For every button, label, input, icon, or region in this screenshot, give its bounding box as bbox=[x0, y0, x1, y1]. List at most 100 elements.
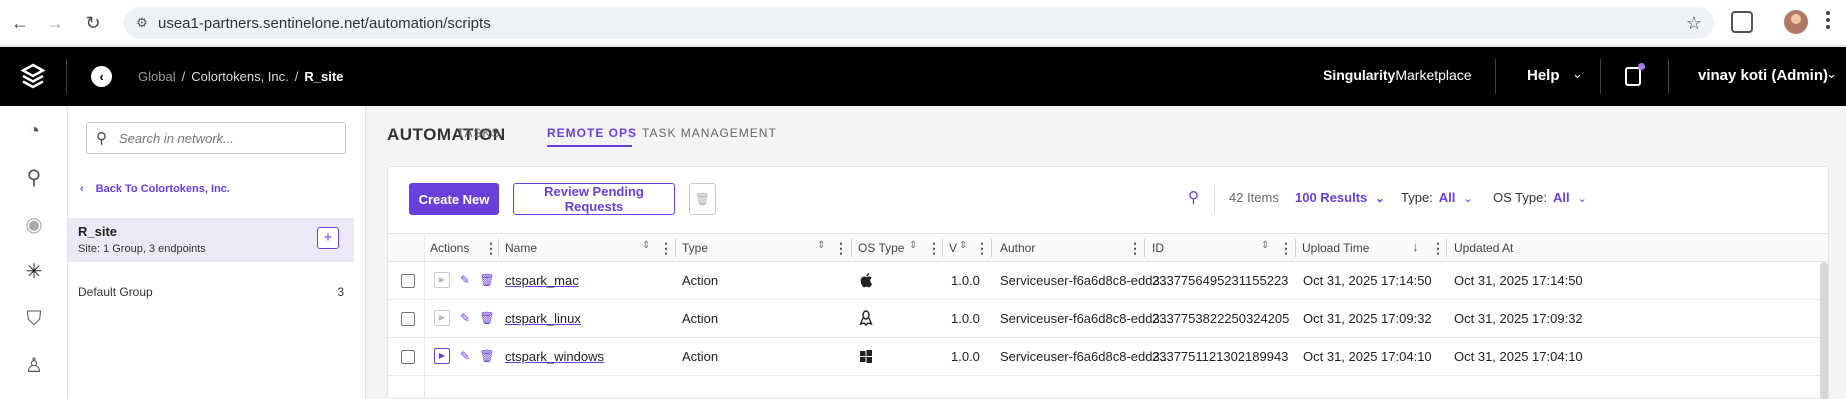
column-type[interactable]: Type bbox=[682, 241, 708, 255]
type-filter[interactable]: Type: All ⌄ bbox=[1401, 190, 1473, 205]
group-endpoint-count: 3 bbox=[337, 285, 344, 299]
bookmark-star-icon[interactable]: ☆ bbox=[1686, 13, 1702, 34]
tab-task-management[interactable]: TASK MANAGEMENT bbox=[642, 126, 777, 140]
breadcrumb-account[interactable]: Colortokens, Inc. bbox=[191, 69, 289, 84]
script-name-link[interactable]: ctspark_linux bbox=[505, 311, 581, 326]
site-settings-icon[interactable]: ⚙ bbox=[134, 15, 150, 31]
site-row[interactable]: R_site Site: 1 Group, 3 endpoints + bbox=[68, 218, 354, 262]
user-menu[interactable]: vinay koti (Admin) bbox=[1698, 67, 1828, 84]
column-divider[interactable] bbox=[1446, 239, 1447, 257]
group-row[interactable]: Default Group 3 bbox=[78, 285, 344, 299]
column-divider[interactable] bbox=[991, 239, 992, 257]
sort-icon[interactable]: ⇕ bbox=[642, 240, 650, 251]
back-circle-icon[interactable]: ‹ bbox=[91, 66, 112, 87]
column-divider[interactable] bbox=[1295, 239, 1296, 257]
trash-icon[interactable]: 🗑 bbox=[479, 348, 495, 364]
arrow-left-icon[interactable]: ← bbox=[7, 10, 33, 36]
column-menu-icon[interactable]: ⋮ bbox=[1431, 240, 1445, 257]
sort-icon[interactable]: ⇕ bbox=[1261, 240, 1269, 251]
column-id[interactable]: ID bbox=[1152, 241, 1164, 255]
profile-avatar[interactable] bbox=[1784, 10, 1808, 34]
sort-descending-icon[interactable]: ↓ bbox=[1412, 239, 1419, 254]
network-search-input[interactable] bbox=[119, 129, 339, 147]
sentinelone-logo[interactable] bbox=[20, 63, 46, 89]
table-row[interactable]: ▶ ✎ 🗑 ctspark_windows Action 1.0.0 Servi… bbox=[388, 338, 1828, 376]
column-menu-icon[interactable]: ⋮ bbox=[484, 240, 498, 257]
column-menu-icon[interactable]: ⋮ bbox=[834, 240, 848, 257]
shield-icon[interactable]: ⛉ bbox=[23, 308, 45, 330]
results-per-page-select[interactable]: 100 Results ⌄ bbox=[1295, 190, 1384, 205]
column-menu-icon[interactable]: ⋮ bbox=[1279, 240, 1293, 257]
run-icon[interactable]: ▶ bbox=[434, 272, 450, 288]
windows-icon bbox=[860, 350, 872, 363]
run-icon[interactable]: ▶ bbox=[434, 310, 450, 326]
column-divider[interactable] bbox=[498, 239, 499, 257]
arrow-right-icon[interactable]: → bbox=[42, 10, 68, 36]
user-icon[interactable]: ♙ bbox=[23, 355, 45, 377]
review-pending-requests-button[interactable]: Review Pending Requests bbox=[513, 183, 675, 215]
script-updated-at: Oct 31, 2025 17:09:32 bbox=[1454, 311, 1583, 326]
table-row[interactable]: ▶ ✎ 🗑 ctspark_linux Action 1.0.0 Service… bbox=[388, 300, 1828, 338]
edit-pencil-icon[interactable]: ✎ bbox=[457, 310, 473, 326]
network-search[interactable]: ⚲ bbox=[86, 122, 346, 154]
asterisk-icon[interactable]: ✳ bbox=[23, 261, 45, 283]
column-updated-at[interactable]: Updated At bbox=[1454, 241, 1513, 255]
sort-icon[interactable]: ⇕ bbox=[817, 240, 825, 251]
script-version: 1.0.0 bbox=[951, 311, 980, 326]
script-name-link[interactable]: ctspark_mac bbox=[505, 273, 579, 288]
column-version[interactable]: V bbox=[949, 241, 957, 255]
chevron-down-icon[interactable]: ⌄ bbox=[1826, 66, 1837, 82]
tab-remote-ops[interactable]: REMOTE OPS bbox=[547, 126, 637, 140]
url-text[interactable]: usea1-partners.sentinelone.net/automatio… bbox=[158, 15, 491, 32]
items-count: 42 Items bbox=[1229, 190, 1279, 205]
breadcrumb-global[interactable]: Global bbox=[138, 69, 176, 84]
column-menu-icon[interactable]: ⋮ bbox=[1128, 240, 1142, 257]
add-group-button[interactable]: + bbox=[317, 227, 339, 249]
address-bar[interactable]: ⚙ usea1-partners.sentinelone.net/automat… bbox=[124, 7, 1714, 39]
row-checkbox[interactable] bbox=[401, 350, 415, 364]
edit-pencil-icon[interactable]: ✎ bbox=[457, 348, 473, 364]
marketplace-link[interactable]: SingularityMarketplace bbox=[1323, 67, 1472, 83]
column-divider[interactable] bbox=[942, 239, 943, 257]
column-menu-icon[interactable]: ⋮ bbox=[975, 240, 989, 257]
script-version: 1.0.0 bbox=[951, 349, 980, 364]
create-new-button[interactable]: Create New bbox=[409, 183, 499, 215]
browser-menu-icon[interactable] bbox=[1826, 11, 1830, 31]
sort-icon[interactable]: ⇕ bbox=[909, 240, 917, 251]
reload-icon[interactable]: ↻ bbox=[80, 10, 106, 36]
back-to-account-link[interactable]: ‹ Back To Colortokens, Inc. bbox=[80, 183, 230, 195]
sort-icon[interactable]: ⇕ bbox=[959, 240, 967, 251]
site-name: R_site bbox=[78, 224, 118, 239]
trash-icon[interactable]: 🗑 bbox=[479, 272, 495, 288]
row-checkbox[interactable] bbox=[401, 274, 415, 288]
run-icon[interactable]: ▶ bbox=[434, 348, 450, 364]
os-type-filter[interactable]: OS Type: All ⌄ bbox=[1493, 190, 1587, 205]
column-divider[interactable] bbox=[851, 239, 852, 257]
script-name-link[interactable]: ctspark_windows bbox=[505, 349, 604, 364]
column-os-type[interactable]: OS Type bbox=[858, 241, 904, 255]
search-icon[interactable]: ⚲ bbox=[23, 167, 45, 189]
trash-icon[interactable]: 🗑 bbox=[479, 310, 495, 326]
notifications-icon[interactable] bbox=[1625, 67, 1641, 86]
table-row[interactable]: ▶ ✎ 🗑 ctspark_mac Action 1.0.0 Serviceus… bbox=[388, 262, 1828, 300]
results-label: 100 Results bbox=[1295, 190, 1368, 205]
column-author[interactable]: Author bbox=[1000, 241, 1035, 255]
search-icon[interactable]: ⚲ bbox=[1188, 188, 1199, 206]
apple-icon bbox=[860, 273, 873, 288]
column-menu-icon[interactable]: ⋮ bbox=[659, 240, 673, 257]
help-menu[interactable]: Help bbox=[1527, 67, 1560, 84]
dashboard-gauge-icon[interactable]: ◔ bbox=[23, 120, 45, 142]
delete-icon[interactable]: 🗑 bbox=[689, 183, 716, 215]
column-divider[interactable] bbox=[675, 239, 676, 257]
tab-tasks[interactable]: TASKS bbox=[457, 126, 500, 140]
broadcast-icon[interactable]: ◉ bbox=[23, 214, 45, 236]
table-scrollbar[interactable] bbox=[1820, 262, 1828, 399]
column-menu-icon[interactable]: ⋮ bbox=[927, 240, 941, 257]
chevron-down-icon[interactable]: ⌄ bbox=[1572, 66, 1583, 82]
extensions-icon[interactable] bbox=[1731, 11, 1753, 33]
column-upload-time[interactable]: Upload Time bbox=[1302, 241, 1369, 255]
edit-pencil-icon[interactable]: ✎ bbox=[457, 272, 473, 288]
column-name[interactable]: Name bbox=[505, 241, 537, 255]
column-divider[interactable] bbox=[1144, 239, 1145, 257]
row-checkbox[interactable] bbox=[401, 312, 415, 326]
